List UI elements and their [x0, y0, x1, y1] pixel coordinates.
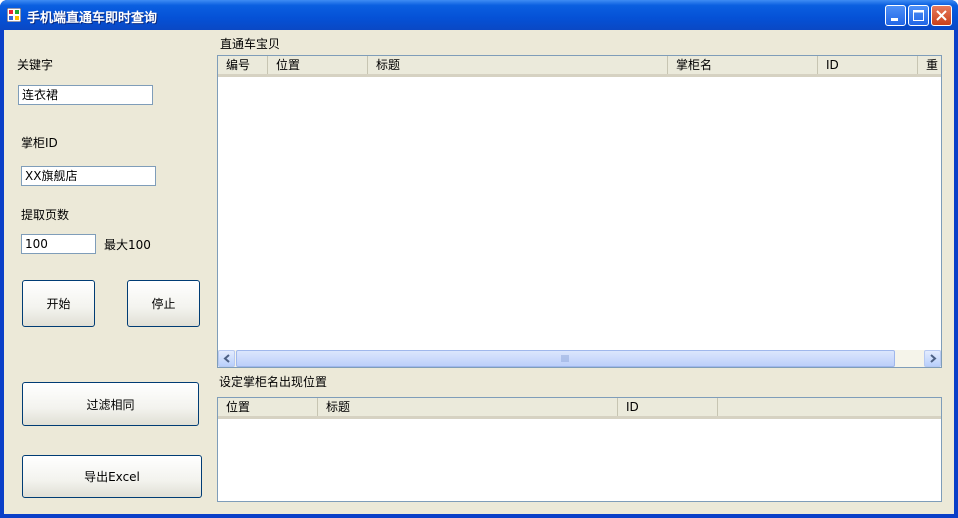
start-button[interactable]: 开始	[22, 280, 95, 327]
export-excel-button[interactable]: 导出Excel	[22, 455, 202, 498]
column-header-title[interactable]: 标题	[368, 56, 668, 74]
pages-label: 提取页数	[21, 208, 70, 222]
column-header-title[interactable]: 标题	[318, 398, 618, 416]
positions-group-label: 设定掌柜名出现位置	[219, 375, 328, 389]
scroll-thumb[interactable]	[236, 350, 895, 367]
shop-id-label: 掌柜ID	[21, 136, 58, 150]
column-header-weight[interactable]: 重	[918, 56, 941, 74]
column-header-number[interactable]: 编号	[218, 56, 268, 74]
pages-max-hint: 最大100	[104, 238, 151, 252]
close-icon	[936, 10, 947, 21]
maximize-button[interactable]	[908, 5, 929, 26]
grip-icon	[561, 355, 569, 362]
client-area: 关键字 连衣裙 掌柜ID XX旗舰店 提取页数 100 最大100 开始 停止 …	[4, 30, 954, 514]
app-window: 手机端直通车即时查询 关键字 连衣裙 掌柜ID XX旗舰店 提取页数 100 最…	[0, 0, 958, 518]
results-group-label: 直通车宝贝	[220, 37, 281, 51]
results-listview[interactable]: 编号 位置 标题 掌柜名 ID 重	[217, 55, 942, 368]
maximize-icon	[913, 10, 924, 21]
window-title: 手机端直通车即时查询	[27, 11, 158, 26]
column-header-id[interactable]: ID	[818, 56, 918, 74]
positions-header: 位置 标题 ID	[218, 398, 941, 419]
keyword-input[interactable]: 连衣裙	[18, 85, 153, 105]
chevron-left-icon	[222, 354, 230, 363]
chevron-right-icon	[929, 354, 937, 363]
column-header-id[interactable]: ID	[618, 398, 718, 416]
column-header-position[interactable]: 位置	[218, 398, 318, 416]
positions-listview[interactable]: 位置 标题 ID	[217, 397, 942, 502]
shop-id-input[interactable]: XX旗舰店	[21, 166, 156, 186]
keyword-label: 关键字	[17, 58, 54, 72]
column-header-shop-name[interactable]: 掌柜名	[668, 56, 818, 74]
stop-button[interactable]: 停止	[127, 280, 200, 327]
minimize-button[interactable]	[885, 5, 906, 26]
scroll-left-button[interactable]	[218, 350, 235, 367]
app-icon	[7, 8, 21, 22]
scroll-right-button[interactable]	[924, 350, 941, 367]
column-header-position[interactable]: 位置	[268, 56, 368, 74]
results-horizontal-scrollbar[interactable]	[218, 350, 941, 367]
pages-input[interactable]: 100	[21, 234, 96, 254]
minimize-icon	[891, 18, 898, 21]
close-button[interactable]	[931, 5, 952, 26]
results-header: 编号 位置 标题 掌柜名 ID 重	[218, 56, 941, 77]
title-bar[interactable]: 手机端直通车即时查询	[0, 0, 958, 30]
filter-duplicates-button[interactable]: 过滤相同	[22, 382, 199, 426]
